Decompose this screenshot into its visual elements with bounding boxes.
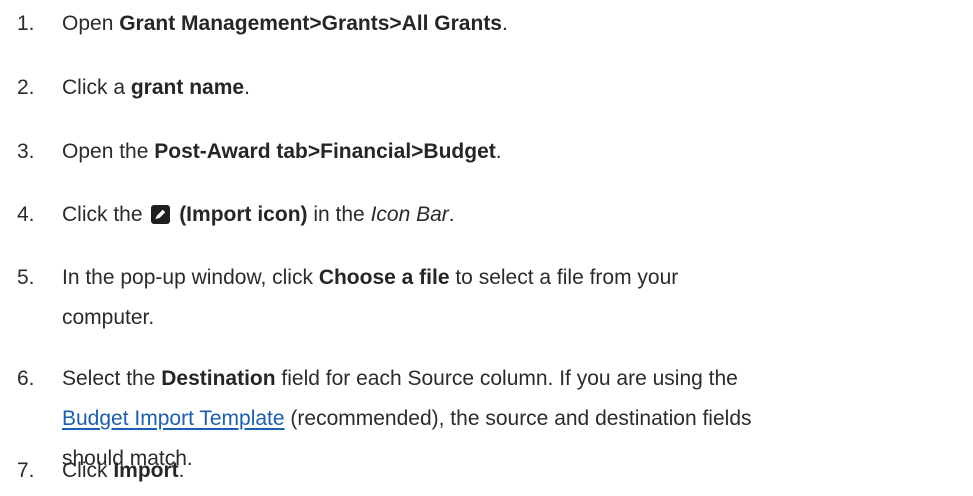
step-number: 6. bbox=[17, 367, 35, 390]
menu-path: Grant Management>Grants>All Grants bbox=[119, 12, 502, 35]
step-number: 4. bbox=[17, 203, 35, 226]
choose-file-term: Choose a file bbox=[318, 266, 450, 289]
icon-bar-term: Icon Bar bbox=[370, 203, 449, 226]
step-number: 7. bbox=[17, 459, 35, 482]
step-number: 3. bbox=[17, 140, 35, 163]
import-term: Import bbox=[113, 459, 179, 482]
destination-term: Destination bbox=[161, 367, 276, 390]
budget-import-template-link[interactable]: Budget Import Template bbox=[62, 407, 285, 430]
step-number: 1. bbox=[17, 12, 35, 35]
step-number: 5. bbox=[17, 266, 35, 289]
step-number: 2. bbox=[17, 76, 35, 99]
grant-name-term: grant name bbox=[130, 76, 245, 99]
menu-path: Post-Award tab>Financial>Budget bbox=[154, 140, 496, 163]
import-icon bbox=[151, 205, 171, 224]
import-icon-label: (Import icon) bbox=[173, 203, 308, 226]
